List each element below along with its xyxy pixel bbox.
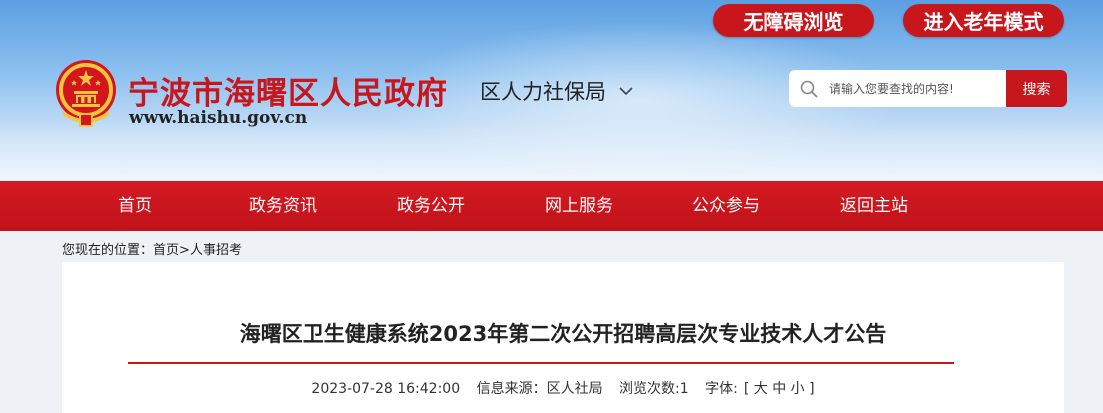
department-selector[interactable]: 区人力社保局 <box>480 76 634 106</box>
article-meta: 2023-07-28 16:42:00 信息来源：区人社局 浏览次数:1 字体:… <box>62 378 1064 398</box>
site-url: www.haishu.gov.cn <box>129 108 308 128</box>
nav-item-news[interactable]: 政务资讯 <box>249 181 317 231</box>
search-icon <box>800 80 818 98</box>
article-source: 信息来源：区人社局 <box>476 381 603 397</box>
nav-item-open-affairs[interactable]: 政务公开 <box>397 181 465 231</box>
nav-item-back-to-main[interactable]: 返回主站 <box>840 181 908 231</box>
breadcrumb: 您现在的位置：首页>人事招考 <box>62 239 242 258</box>
breadcrumb-current-link[interactable]: 人事招考 <box>190 243 242 258</box>
font-size-controls[interactable]: [ 大 中 小 ] <box>744 381 815 397</box>
search-input[interactable] <box>829 81 999 96</box>
breadcrumb-home-link[interactable]: 首页 <box>153 243 179 258</box>
article-datetime: 2023-07-28 16:42:00 <box>311 381 461 397</box>
site-title[interactable]: 宁波市海曙区人民政府 <box>128 68 448 113</box>
department-label: 区人力社保局 <box>480 80 606 104</box>
title-divider <box>128 362 954 364</box>
accessible-browse-button[interactable]: 无障碍浏览 <box>713 4 874 37</box>
chevron-down-icon <box>619 87 633 96</box>
article-views: 浏览次数:1 <box>619 381 689 397</box>
nav-item-online-services[interactable]: 网上服务 <box>545 181 613 231</box>
article-panel: 海曙区卫生健康系统2023年第二次公开招聘高层次专业技术人才公告 2023-07… <box>62 262 1064 413</box>
main-nav: 首页 政务资讯 政务公开 网上服务 公众参与 返回主站 <box>0 181 1103 231</box>
search-button[interactable]: 搜索 <box>1006 70 1067 107</box>
nav-item-home[interactable]: 首页 <box>118 181 152 231</box>
breadcrumb-separator: > <box>179 243 190 258</box>
nav-item-public-participation[interactable]: 公众参与 <box>692 181 760 231</box>
article-title: 海曙区卫生健康系统2023年第二次公开招聘高层次专业技术人才公告 <box>239 322 887 346</box>
breadcrumb-prefix: 您现在的位置： <box>62 243 154 258</box>
search-box <box>789 70 1007 107</box>
site-header: 无障碍浏览 进入老年模式 宁波市海曙区人民政府 www.haishu.gov.c… <box>0 0 1103 181</box>
national-emblem-icon <box>56 60 116 127</box>
elder-mode-button[interactable]: 进入老年模式 <box>903 4 1064 37</box>
header-background-fade <box>0 120 1103 181</box>
font-size-label: 字体: <box>705 381 738 397</box>
